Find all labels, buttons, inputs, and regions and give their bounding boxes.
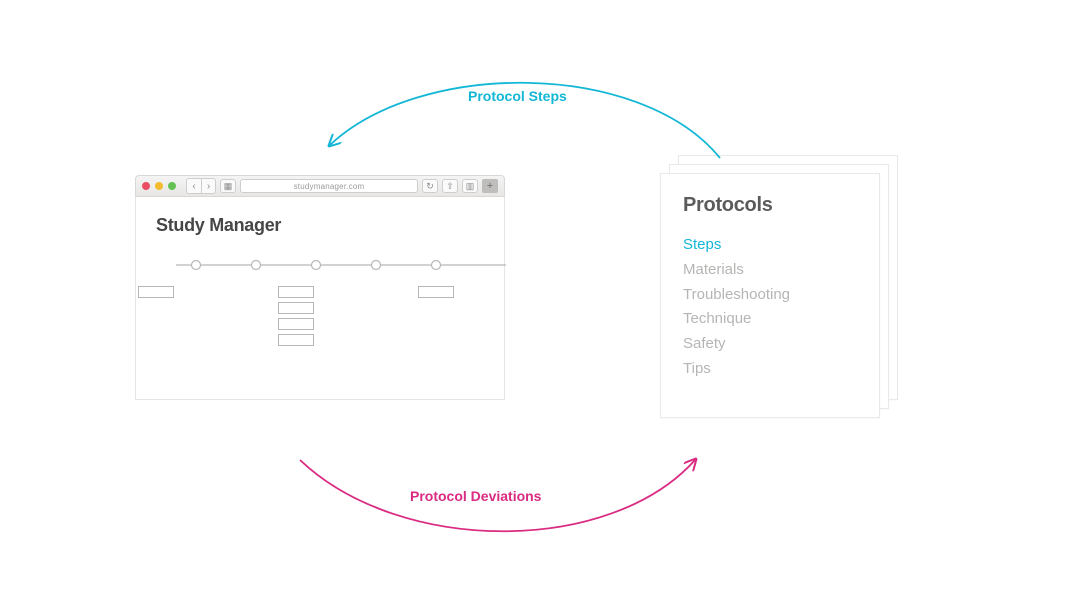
timeline-task — [278, 318, 314, 330]
protocols-card: Protocols Steps Materials Troubleshootin… — [660, 173, 880, 418]
tabs-icon[interactable]: ▥ — [462, 179, 478, 193]
timeline-task — [278, 286, 314, 298]
protocols-title: Protocols — [683, 194, 857, 217]
sidebar-icon[interactable]: ▦ — [220, 179, 236, 193]
address-bar[interactable]: studymanager.com — [240, 179, 418, 193]
nav-arrows: ‹ › — [186, 178, 216, 194]
protocol-section-steps[interactable]: Steps — [683, 233, 857, 258]
protocol-section-tips[interactable]: Tips — [683, 357, 857, 382]
label-protocol-deviations: Protocol Deviations — [410, 488, 541, 504]
study-timeline — [156, 258, 484, 358]
timeline-task — [138, 286, 174, 298]
protocol-section-troubleshooting[interactable]: Troubleshooting — [683, 283, 857, 308]
timeline-task — [418, 286, 454, 298]
window-traffic-lights — [142, 182, 176, 190]
protocol-section-technique[interactable]: Technique — [683, 307, 857, 332]
back-icon[interactable]: ‹ — [187, 179, 201, 193]
protocol-section-materials[interactable]: Materials — [683, 258, 857, 283]
protocol-section-safety[interactable]: Safety — [683, 332, 857, 357]
url-text: studymanager.com — [294, 182, 365, 191]
close-icon — [142, 182, 150, 190]
minimize-icon — [155, 182, 163, 190]
protocols-section-list: Steps Materials Troubleshooting Techniqu… — [683, 233, 857, 382]
protocols-stack: Protocols Steps Materials Troubleshootin… — [660, 155, 898, 415]
app-title: Study Manager — [156, 215, 484, 236]
timeline-task — [278, 302, 314, 314]
study-manager-browser: ‹ › ▦ studymanager.com ↻ ⇧ ▥ + Study Man… — [135, 175, 505, 400]
browser-body: Study Manager — [135, 197, 505, 400]
browser-chrome: ‹ › ▦ studymanager.com ↻ ⇧ ▥ + — [135, 175, 505, 197]
timeline-line — [176, 258, 506, 272]
forward-icon[interactable]: › — [201, 179, 215, 193]
label-protocol-steps: Protocol Steps — [468, 88, 567, 104]
timeline-task — [278, 334, 314, 346]
reload-icon[interactable]: ↻ — [422, 179, 438, 193]
share-icon[interactable]: ⇧ — [442, 179, 458, 193]
zoom-icon — [168, 182, 176, 190]
new-tab-icon[interactable]: + — [482, 179, 498, 193]
